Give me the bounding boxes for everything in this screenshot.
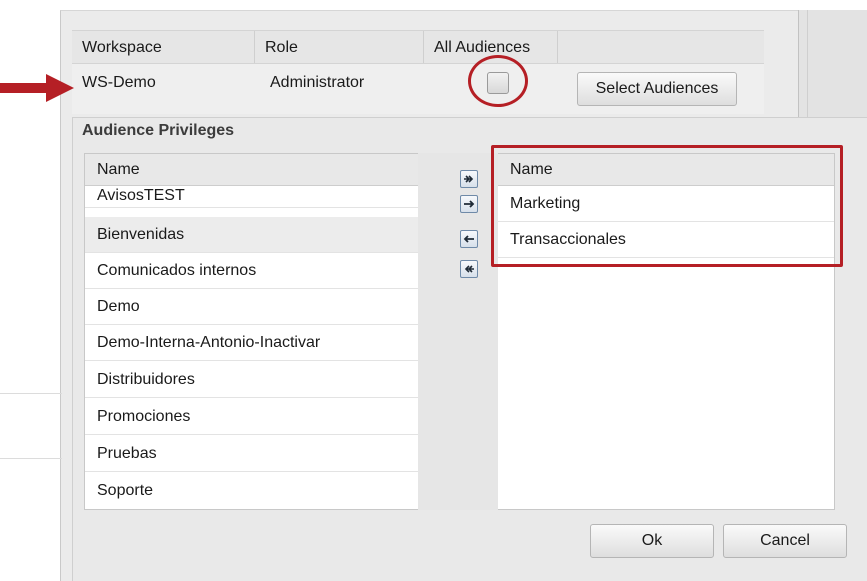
list-item[interactable]: Bienvenidas [85, 217, 418, 253]
list-item[interactable]: Pruebas [85, 436, 418, 472]
annotation-arrow-icon [0, 74, 74, 102]
ok-button[interactable]: Ok [590, 524, 714, 558]
role-value: Administrator [270, 74, 365, 91]
list-item[interactable]: Demo-Interna-Antonio-Inactivar [85, 325, 418, 361]
list-item[interactable]: AvisosTEST [85, 186, 418, 208]
workspace-grid-header: Workspace Role All Audiences [72, 30, 764, 64]
move-right-icon[interactable] [460, 195, 478, 213]
move-all-right-icon[interactable] [460, 170, 478, 188]
dialog-title: Audience Privileges [82, 122, 235, 139]
list-item[interactable]: Comunicados internos [85, 253, 418, 289]
list-item[interactable]: Distribuidores [85, 362, 418, 398]
move-left-icon[interactable] [460, 230, 478, 248]
list-item[interactable]: Demo [85, 289, 418, 325]
move-all-left-icon[interactable] [460, 260, 478, 278]
annotation-highlight-box [491, 145, 843, 267]
annotation-circle [468, 55, 528, 107]
background-divider [0, 458, 62, 459]
column-header-actions [558, 31, 764, 63]
column-header-workspace: Workspace [72, 31, 255, 63]
column-header-role: Role [255, 31, 424, 63]
workspace-name: WS-Demo [82, 74, 156, 91]
select-audiences-button[interactable]: Select Audiences [577, 72, 737, 106]
background-divider [0, 393, 62, 394]
move-buttons-column [418, 153, 498, 510]
available-list-header: Name [85, 154, 418, 186]
cancel-button[interactable]: Cancel [723, 524, 847, 558]
available-audiences-list: Name AvisosTEST Bienvenidas Comunicados … [84, 153, 419, 510]
list-item[interactable]: Promociones [85, 399, 418, 435]
list-item[interactable]: Soporte [85, 473, 418, 509]
